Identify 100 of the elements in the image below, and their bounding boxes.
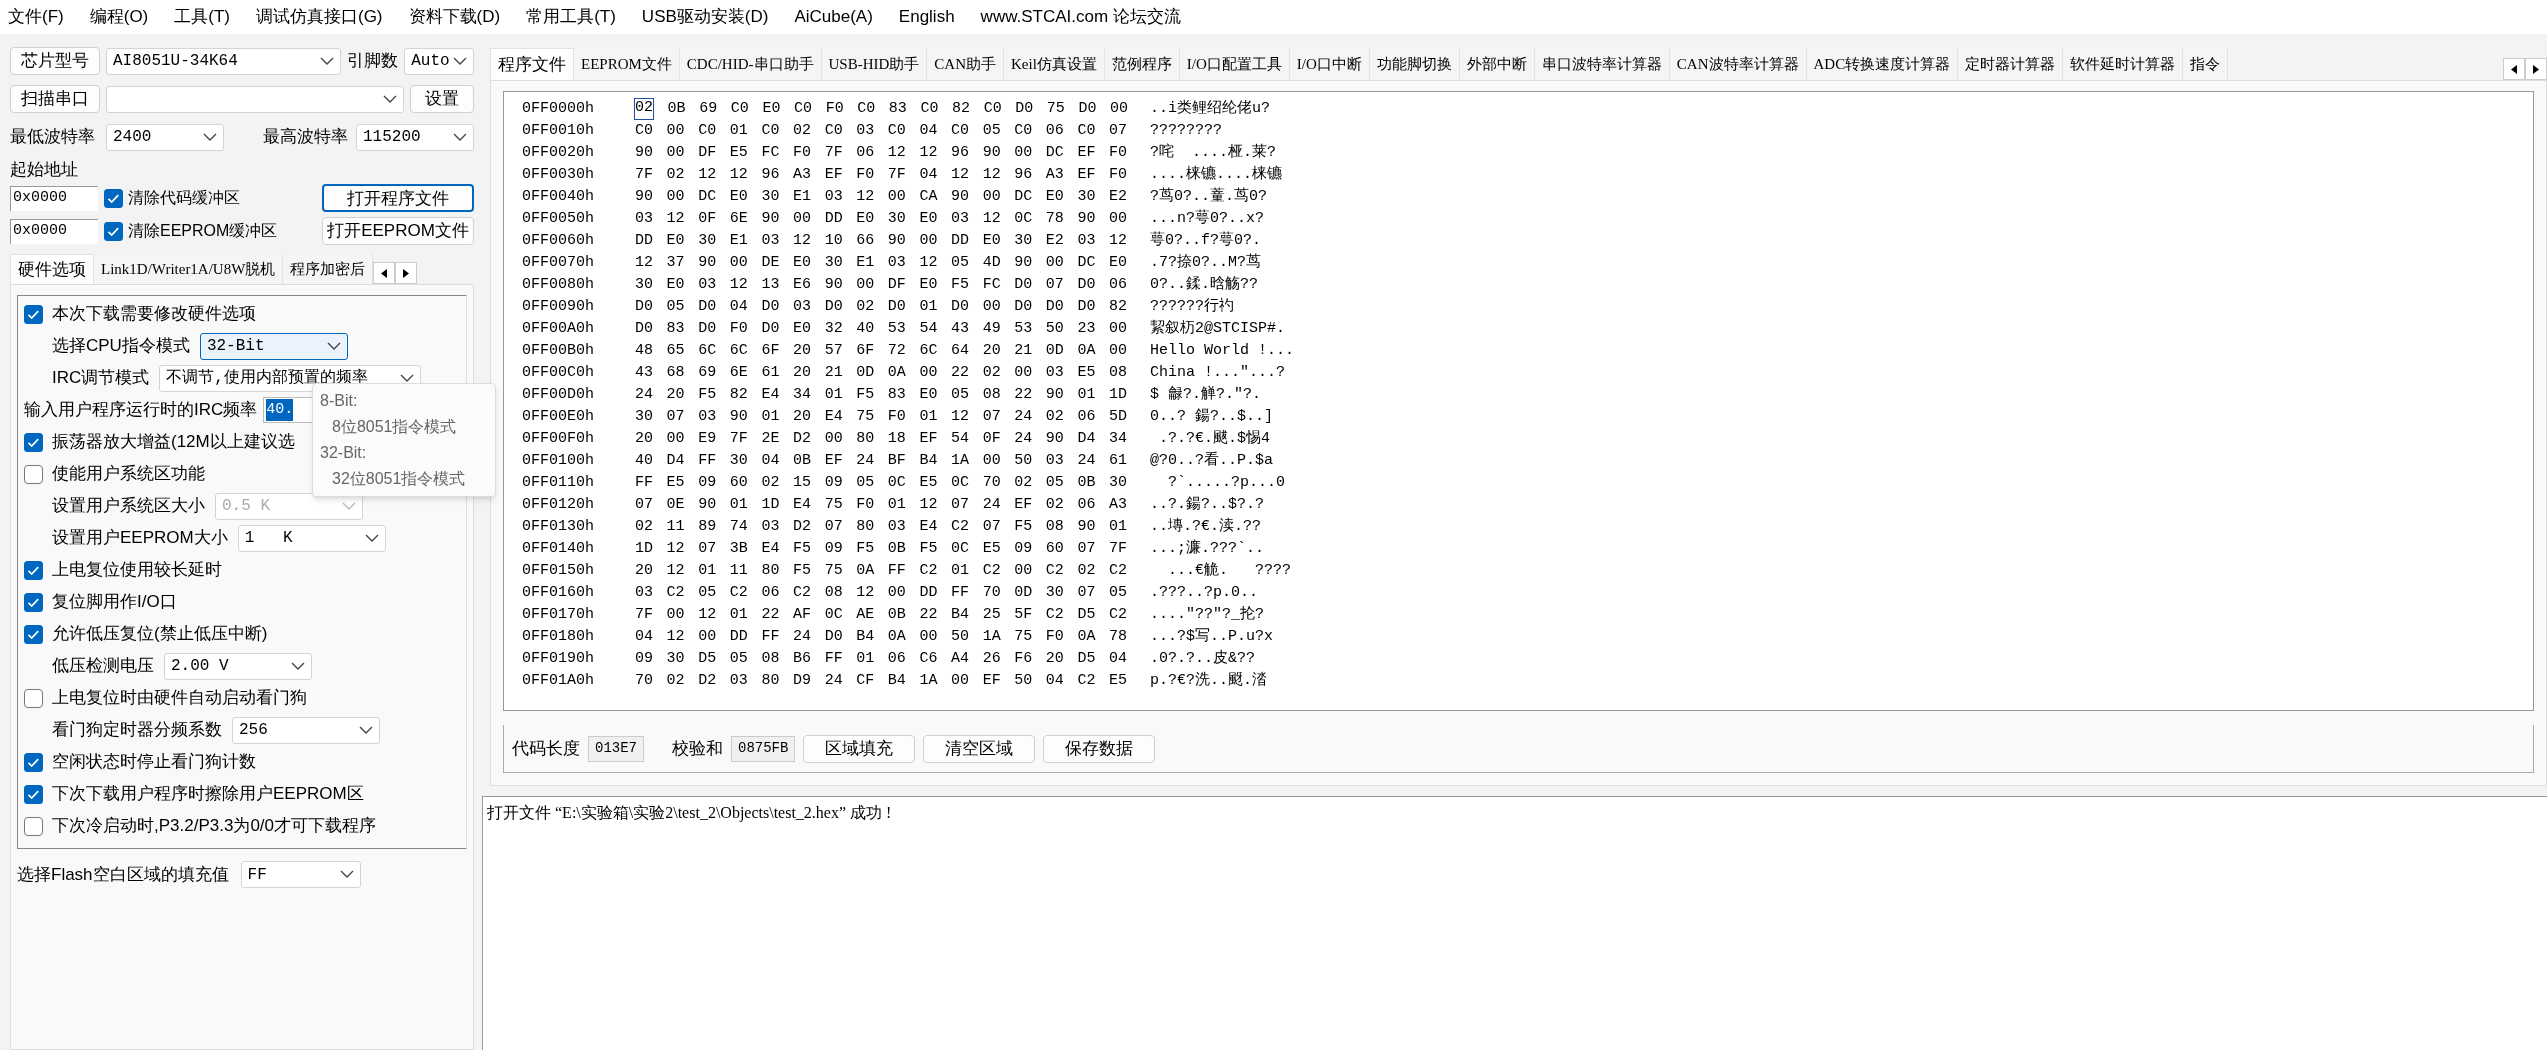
ascii-text: 絜叙杤2@STCISP#. <box>1150 318 1285 339</box>
hex-bytes: 04 12 00 DD FF 24 D0 B4 0A 00 50 1A 75 F0 0A 78 <box>635 626 1129 647</box>
address-cell-text: 0FF0150h <box>522 560 595 581</box>
field-label: IRC调节模式 <box>52 367 150 390</box>
hex-bytes: DD E0 30 E1 03 12 10 66 90 00 DD E0 30 E2 03 12 <box>635 230 1129 251</box>
hex-bytes: 7F 00 12 01 22 AF 0C AE 0B 22 B4 25 5F C2 D5 C2 <box>635 604 1129 625</box>
ascii-text: ..i类鲤绍纶佬u? <box>1150 98 1270 119</box>
ascii-text: China !..."...? <box>1150 362 1286 383</box>
ascii-text: .0?.?..皮&?? <box>1150 648 1255 669</box>
hex-bytes: 40 D4 FF 30 04 0B EF 24 BF B4 1A 00 50 03 24 61 <box>635 450 1129 471</box>
checkbox-label: 振荡器放大增益(12M以上建议选 <box>52 431 295 454</box>
checkbox-label: 使能用户系统区功能 <box>52 463 205 486</box>
hex-bytes: 90 00 DF E5 FC F0 7F 06 12 12 96 90 00 DC EF F0 <box>635 142 1129 163</box>
ascii-text: ??????行礿 <box>1150 296 1234 317</box>
value-field: 013E7 <box>588 735 644 762</box>
value-field: 0875FB <box>731 735 796 762</box>
log-message: 打开文件 “E:\实验箱\实验2\test_2\Objects\test_2.hex” 成功 ! <box>487 804 892 821</box>
field-label: 代码长度 <box>512 737 580 760</box>
field-label: 选择Flash空白区域的填充值 <box>17 863 229 886</box>
address-cell-text: 0FF01A0h <box>522 670 595 691</box>
address-cell-text: 0FF00E0h <box>522 406 595 427</box>
ascii-text: $ 龣?.觯?."?. <box>1150 384 1261 405</box>
ascii-text: ....梾镳....梾镳 <box>1150 164 1282 185</box>
address-cell-text: 0FF0050h <box>522 208 595 229</box>
ascii-text: ..?.鍚?..$?.? <box>1150 494 1265 515</box>
field-label: 校验和 <box>672 737 723 760</box>
hex-bytes: 02 11 89 74 03 D2 07 80 03 E4 C2 07 F5 08 90 01 <box>635 516 1129 537</box>
hex-bytes: 30 E0 03 12 13 E6 90 00 DF E0 F5 FC D0 07 D0 06 <box>635 274 1129 295</box>
ascii-text: ?茑0?..蕫.茑0? <box>1150 186 1267 207</box>
tooltip-line: 32-Bit: <box>320 443 368 463</box>
address-cell-text: 0FF0170h <box>522 604 595 625</box>
hex-bytes: 03 12 0F 6E 90 00 DD E0 30 E0 03 12 0C 78 90 00 <box>635 208 1129 229</box>
address-cell-text: 0FF00F0h <box>522 428 595 449</box>
hex-bytes: 70 02 D2 03 80 D9 24 CF B4 1A 00 EF 50 04 C2 E5 <box>635 670 1129 691</box>
address-cell-text: 0FF0190h <box>522 648 595 669</box>
address-cell-text: 0FF0120h <box>522 494 595 515</box>
checkbox-label: 本次下载需要修改硬件选项 <box>52 303 256 326</box>
address-cell-text: 0FF0080h <box>522 274 595 295</box>
address-cell-text: 0FF0140h <box>522 538 595 559</box>
ascii-text: .???..?p.0.. <box>1150 582 1259 603</box>
field-label: 最高波特率 <box>263 126 348 149</box>
address-cell-text: 0FF0020h <box>522 142 595 163</box>
address-cell-text: 0FF00C0h <box>522 362 595 383</box>
checkbox-label: 复位脚用作I/O口 <box>52 591 177 614</box>
hex-bytes: 24 20 F5 82 E4 34 01 F5 83 E0 05 08 22 90 01 1D <box>635 384 1129 405</box>
ascii-text: 0..? 鍚?..$..] <box>1150 406 1274 427</box>
ascii-text: ???????? <box>1150 120 1222 141</box>
field-label: 输入用户程序运行时的IRC频率 <box>24 399 258 422</box>
ascii-text: ..塼.?€.渎.?? <box>1150 516 1261 537</box>
address-cell-text: 0FF00A0h <box>522 318 595 339</box>
address-cell-text: 0FF0030h <box>522 164 595 185</box>
checkbox-label: 空闲状态时停止看门狗计数 <box>52 751 256 774</box>
checkbox-label: 下次下载用户程序时擦除用户EEPROM区 <box>52 783 364 806</box>
address-cell-text: 0FF0000h <box>522 98 595 119</box>
address-cell-text: 0FF0010h <box>522 120 595 141</box>
address-cell-text: 0FF0130h <box>522 516 595 537</box>
checkbox-label: 清除EEPROM缓冲区 <box>128 221 278 241</box>
ascii-text: ...;濂.???`.. <box>1150 538 1265 559</box>
address-cell-text: 0FF0040h <box>522 186 595 207</box>
address-cell-text: 0FF0070h <box>522 252 595 273</box>
tooltip-line: 32位8051指令模式 <box>331 469 467 489</box>
hex-bytes: D0 83 D0 F0 D0 E0 32 40 53 54 43 49 53 50 23 00 <box>635 318 1129 339</box>
ascii-text: ...€觤. ???? <box>1167 560 1292 581</box>
address-cell-text: 0FF0180h <box>522 626 595 647</box>
hex-bytes: 03 C2 05 C2 06 C2 08 12 00 DD FF 70 0D 30 07 05 <box>635 582 1129 603</box>
field-label: 设置用户系统区大小 <box>52 495 205 518</box>
address-cell-text: 0FF00B0h <box>522 340 595 361</box>
hex-bytes: D0 05 D0 04 D0 03 D0 02 D0 01 D0 00 D0 D0 D0 82 <box>635 296 1129 317</box>
checkbox-label: 上电复位使用较长延时 <box>52 559 222 582</box>
field-label: 引脚数 <box>347 50 399 73</box>
ascii-text: Hello World !... <box>1150 340 1295 361</box>
address-cell-text: 0FF0060h <box>522 230 595 251</box>
field-label: 低压检测电压 <box>52 655 154 678</box>
address-cell-text: 0FF0160h <box>522 582 595 603</box>
address-cell-text: 0FF0090h <box>522 296 595 317</box>
hex-bytes: 0B 69 C0 E0 C0 F0 C0 83 C0 82 C0 D0 75 D0 00 <box>666 98 1129 119</box>
ascii-text: ...."??"?_抡? <box>1150 604 1265 625</box>
hex-bytes: FF E5 09 60 02 15 09 05 0C E5 0C 70 02 05 0B 30 <box>635 472 1129 493</box>
checkbox-label: 清除代码缓冲区 <box>128 188 240 208</box>
hex-bytes: 1D 12 07 3B E4 F5 09 F5 0B F5 0C E5 09 60 07 7F <box>635 538 1129 559</box>
hex-bytes: 90 00 DC E0 30 E1 03 12 00 CA 90 00 DC E0 30 E2 <box>635 186 1129 207</box>
ascii-text: ...n?萼0?..x? <box>1150 208 1265 229</box>
hex-bytes: 7F 02 12 12 96 A3 EF F0 7F 04 12 12 96 A3 EF F0 <box>635 164 1129 185</box>
ascii-text: 0?..鍒.晗觞?? <box>1150 274 1258 295</box>
hex-bytes: 09 30 D5 05 08 B6 FF 01 06 C6 A4 26 F6 20 D5 04 <box>635 648 1129 669</box>
field-label: 设置用户EEPROM大小 <box>52 527 228 550</box>
checkbox-label: 上电复位时由硬件自动启动看门狗 <box>52 687 307 710</box>
ascii-text: .7?捺0?..M?茑 <box>1150 252 1261 273</box>
address-cell-text: 0FF00D0h <box>522 384 595 405</box>
hex-bytes: 43 68 69 6E 61 20 21 0D 0A 00 22 02 00 03 E5 08 <box>635 362 1129 383</box>
hex-bytes: 07 0E 90 01 1D E4 75 F0 01 12 07 24 EF 02 06 A3 <box>635 494 1129 515</box>
ascii-text: @?0..?看..P.$a <box>1150 450 1274 471</box>
field-label: 最低波特率 <box>10 126 96 149</box>
field-label: 选择CPU指令模式 <box>52 335 190 358</box>
hex-bytes: 48 65 6C 6C 6F 20 57 6F 72 6C 64 20 21 0D 0A 00 <box>635 340 1129 361</box>
ascii-text: .?.?€.颰.$惕4 <box>1158 428 1270 449</box>
hex-bytes: C0 00 C0 01 C0 02 C0 03 C0 04 C0 05 C0 06 C0 07 <box>635 120 1129 141</box>
hex-bytes: 20 12 01 11 80 F5 75 0A FF C2 01 C2 00 C2 02 C2 <box>635 560 1129 581</box>
field-label: 看门狗定时器分频系数 <box>52 719 222 742</box>
ascii-text: p.?€?洗..颬.涾 <box>1150 670 1267 691</box>
